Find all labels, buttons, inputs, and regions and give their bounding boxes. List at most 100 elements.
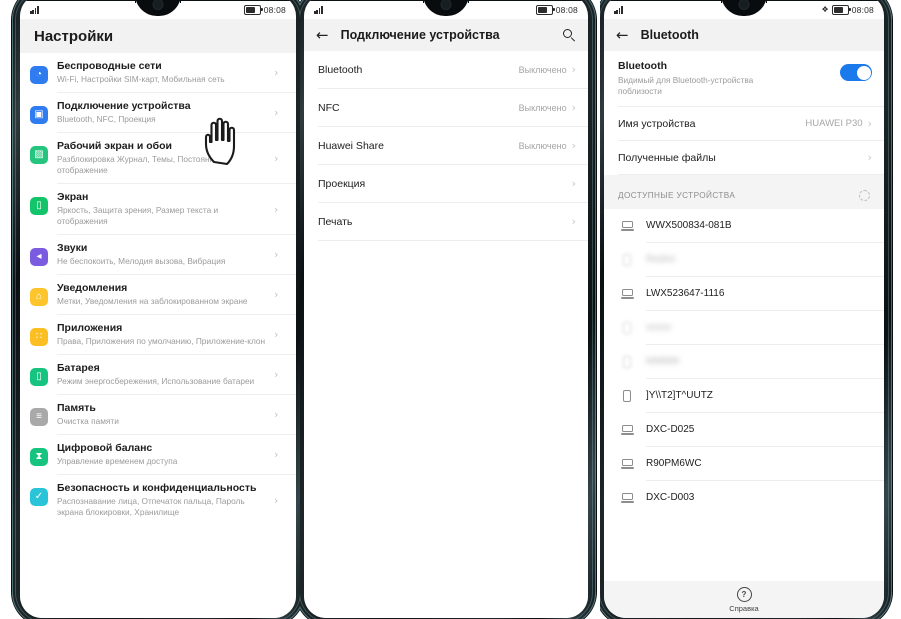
device-connection-header: ← Подключение устройства bbox=[304, 19, 588, 51]
status-clock: 08:08 bbox=[851, 5, 874, 15]
device-item-3[interactable]: LWX523647-1116 bbox=[604, 277, 884, 310]
display-icon: ▯ bbox=[30, 197, 48, 215]
chevron-right-icon: › bbox=[571, 139, 576, 152]
connection-item-label: Bluetooth bbox=[318, 63, 363, 76]
settings-item-title: Память bbox=[57, 402, 96, 414]
settings-item-7[interactable]: ∷ Приложения Права, Приложения по умолчани… bbox=[20, 315, 296, 354]
settings-item-8[interactable]: ▯ Батарея Режим энергосбережения, Использо… bbox=[20, 355, 296, 394]
device-name: DXC-D003 bbox=[646, 492, 695, 503]
phone-settings: 08:08 Настройки ◔ Беспроводные сети Wi-Fi,… bbox=[0, 0, 300, 619]
connection-item-label: Печать bbox=[318, 215, 353, 228]
back-arrow-icon[interactable]: ← bbox=[616, 27, 629, 43]
settings-item-subtitle: Wi-Fi, Настройки SIM-карт, Мобильная сет… bbox=[57, 74, 225, 84]
bluetooth-content: Bluetooth Видимый для Bluetooth-устройст… bbox=[604, 51, 884, 618]
bluetooth-row-2[interactable]: Полученные файлы › bbox=[604, 141, 884, 174]
battery-icon bbox=[243, 5, 263, 15]
settings-header: Настройки bbox=[20, 19, 296, 53]
bluetooth-switch[interactable] bbox=[840, 64, 872, 81]
settings-item-11[interactable]: ✓ Безопасность и конфиденциальность Распоз… bbox=[20, 475, 296, 525]
settings-item-subtitle: Разблокировка Журнал, Темы, Постоянное о… bbox=[57, 154, 224, 175]
front-camera-icon bbox=[738, 0, 750, 10]
chevron-right-icon: › bbox=[571, 101, 576, 114]
bluetooth-row-1[interactable]: Имя устройства HUAWEI P30 › bbox=[604, 107, 884, 140]
mobile-icon bbox=[620, 355, 634, 368]
settings-item-9[interactable]: ≡ Память Очистка памяти › bbox=[20, 395, 296, 434]
settings-item-10[interactable]: ⧗ Цифровой баланс Управление временем дост… bbox=[20, 435, 296, 474]
device-item-7[interactable]: DXC-D025 bbox=[604, 413, 884, 446]
device-item-5[interactable]: MMMM bbox=[604, 345, 884, 378]
bluetooth-icon: ❖ bbox=[821, 5, 829, 14]
connection-item-value: Выключено bbox=[518, 64, 567, 75]
settings-item-subtitle: Не беспокоить, Мелодия вызова, Вибрация bbox=[57, 256, 226, 266]
chevron-right-icon: › bbox=[274, 202, 279, 216]
help-bar[interactable]: ? Справка bbox=[604, 581, 884, 618]
settings-item-text: Батарея Режим энергосбережения, Использов… bbox=[57, 362, 274, 387]
chevron-right-icon: › bbox=[274, 151, 279, 165]
device-item-2[interactable]: Redmi bbox=[604, 243, 884, 276]
home-wallpaper-icon: ▨ bbox=[30, 146, 48, 164]
connection-item-4[interactable]: Проекция › bbox=[304, 165, 588, 202]
phone-screen-device-connection: 08:08 ← Подключение устройства Bluetooth… bbox=[304, 0, 588, 618]
notifications-icon: ⌂ bbox=[30, 288, 48, 306]
connection-item-label: Проекция bbox=[318, 177, 366, 190]
settings-item-3[interactable]: ▨ Рабочий экран и обои Разблокировка Журна… bbox=[20, 133, 296, 183]
help-label: Справка bbox=[729, 603, 759, 613]
device-name: ]Y\\T2]T^UUTZ bbox=[646, 390, 713, 401]
connection-item-value: Выключено bbox=[518, 102, 567, 113]
chevron-right-icon: › bbox=[274, 448, 279, 461]
bluetooth-settings-rows: Имя устройства HUAWEI P30 › Полученные файл… bbox=[604, 107, 884, 175]
chevron-right-icon: › bbox=[274, 408, 279, 421]
device-item-9[interactable]: DXC-D003 bbox=[604, 481, 884, 514]
device-item-8[interactable]: R90PM6WC bbox=[604, 447, 884, 480]
connection-item-2[interactable]: NFC Выключено › bbox=[304, 89, 588, 126]
connection-item-label: Huawei Share bbox=[318, 139, 384, 152]
device-item-1[interactable]: WWX500834-081B bbox=[604, 209, 884, 242]
settings-item-subtitle: Bluetooth, NFC, Проекция bbox=[57, 114, 156, 124]
security-icon: ✓ bbox=[30, 488, 48, 506]
settings-item-6[interactable]: ⌂ Уведомления Метки, Уведомления на заблок… bbox=[20, 275, 296, 314]
connection-item-3[interactable]: Huawei Share Выключено › bbox=[304, 127, 588, 164]
phone-screen-settings: 08:08 Настройки ◔ Беспроводные сети Wi-Fi,… bbox=[20, 0, 296, 618]
settings-item-2[interactable]: ▣ Подключение устройства Bluetooth, NFC, П… bbox=[20, 93, 296, 132]
apps-icon: ∷ bbox=[30, 328, 48, 346]
page-title: Подключение устройства bbox=[340, 28, 500, 42]
chevron-right-icon: › bbox=[274, 368, 279, 381]
laptop-icon bbox=[620, 458, 634, 469]
chevron-right-icon: › bbox=[571, 63, 576, 76]
status-clock: 08:08 bbox=[555, 5, 578, 15]
settings-item-5[interactable]: ◂ Звуки Не беспокоить, Мелодия вызова, Виб… bbox=[20, 235, 296, 274]
bluetooth-toggle-sub: Видимый для Bluetooth-устройства поблизо… bbox=[618, 75, 754, 96]
divider bbox=[318, 240, 588, 241]
search-icon[interactable] bbox=[563, 28, 576, 42]
available-devices-list: WWX500834-081B Redmi LWX523647-1116 xxxxx MM… bbox=[604, 209, 884, 514]
wifi-icon: ◔ bbox=[30, 66, 48, 84]
settings-item-1[interactable]: ◔ Беспроводные сети Wi-Fi, Настройки SIM-к… bbox=[20, 53, 296, 92]
chevron-right-icon: › bbox=[571, 215, 576, 228]
storage-icon: ≡ bbox=[30, 408, 48, 426]
settings-item-subtitle: Метки, Уведомления на заблокированном эк… bbox=[57, 296, 248, 306]
status-left bbox=[30, 6, 39, 14]
settings-item-subtitle: Режим энергосбережения, Использование ба… bbox=[57, 376, 255, 386]
back-arrow-icon[interactable]: ← bbox=[316, 27, 329, 43]
page-title: Bluetooth bbox=[640, 28, 699, 42]
connection-item-5[interactable]: Печать › bbox=[304, 203, 588, 240]
bluetooth-toggle-title: Bluetooth bbox=[618, 60, 667, 72]
battery-icon bbox=[535, 5, 555, 15]
settings-item-4[interactable]: ▯ Экран Яркость, Защита зрения, Размер тек… bbox=[20, 184, 296, 234]
device-name: DXC-D025 bbox=[646, 424, 695, 435]
settings-item-title: Беспроводные сети bbox=[57, 60, 162, 72]
scanning-spinner-icon bbox=[859, 190, 870, 201]
front-camera-icon bbox=[440, 0, 452, 10]
battery-settings-icon: ▯ bbox=[30, 368, 48, 386]
available-devices-header: ДОСТУПНЫЕ УСТРОЙСТВА bbox=[604, 182, 884, 209]
device-item-4[interactable]: xxxxx bbox=[604, 311, 884, 344]
switch-knob bbox=[856, 65, 871, 80]
device-name: LWX523647-1116 bbox=[646, 288, 725, 299]
device-name: WWX500834-081B bbox=[646, 220, 732, 231]
connection-item-1[interactable]: Bluetooth Выключено › bbox=[304, 51, 588, 88]
device-item-6[interactable]: ]Y\\T2]T^UUTZ bbox=[604, 379, 884, 412]
laptop-icon bbox=[620, 492, 634, 503]
bluetooth-toggle-row[interactable]: Bluetooth Видимый для Bluetooth-устройст… bbox=[604, 51, 884, 106]
chevron-right-icon: › bbox=[274, 288, 279, 301]
laptop-icon bbox=[620, 424, 634, 435]
